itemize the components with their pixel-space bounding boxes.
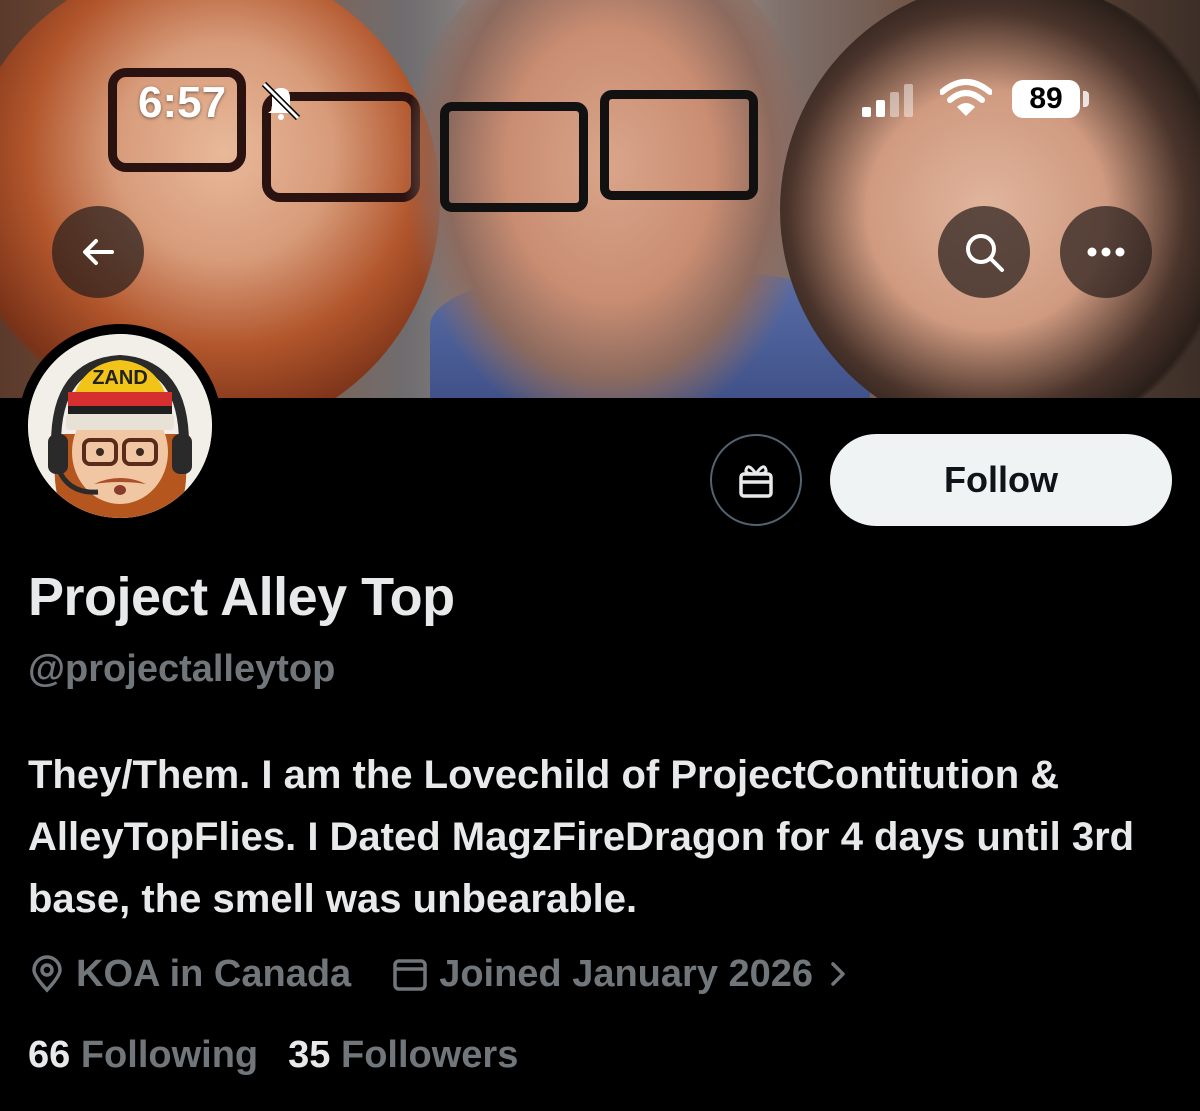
follow-button[interactable]: Follow (830, 434, 1172, 526)
avatar-illustration: ZAND (28, 334, 212, 518)
followers-link[interactable]: 35 Followers (288, 1034, 518, 1077)
profile-stats: 66 Following 35 Followers (28, 1034, 518, 1077)
wifi-icon (940, 79, 992, 116)
location-text: KOA in Canada (76, 952, 352, 995)
location-pin-icon (32, 955, 62, 993)
followers-count: 35 (288, 1034, 331, 1076)
battery-tip (1083, 91, 1089, 107)
gift-button[interactable] (710, 434, 802, 526)
followers-label: Followers (340, 1034, 519, 1076)
banner-person-right (780, 0, 1200, 398)
handle: @projectalleytop (28, 648, 336, 690)
joined-text: Joined January 2026 (439, 952, 814, 995)
bell-slash-icon (261, 81, 301, 120)
display-name: Project Alley Top (28, 567, 455, 627)
arrow-left-icon (83, 239, 114, 265)
back-button[interactable] (52, 206, 144, 298)
search-button[interactable] (938, 206, 1030, 298)
gift-icon (739, 465, 773, 498)
following-count: 66 (28, 1034, 71, 1076)
battery-level: 89 (1012, 80, 1080, 118)
status-time: 6:57 (138, 78, 227, 127)
banner-glasses (440, 102, 588, 212)
more-button[interactable] (1060, 206, 1152, 298)
avatar-image: ZAND (28, 334, 212, 518)
search-icon (966, 234, 1004, 272)
profile-banner[interactable] (0, 0, 1200, 398)
banner-glasses (600, 90, 758, 200)
bio: They/Them. I am the Lovechild of Project… (28, 753, 1135, 921)
avatar-hat-text: ZAND (92, 367, 148, 389)
joined-date[interactable]: Joined January 2026 (391, 953, 857, 996)
cellular-signal-icon (862, 84, 913, 117)
chevron-right-icon (831, 962, 845, 986)
avatar[interactable]: ZAND (18, 324, 222, 528)
following-link[interactable]: 66 Following (28, 1034, 258, 1077)
following-label: Following (80, 1034, 259, 1076)
calendar-icon (393, 959, 427, 991)
location: KOA in Canada (28, 953, 351, 996)
ellipsis-icon (1087, 247, 1125, 257)
profile-meta: KOA in Canada Joined January 2026 (28, 948, 857, 1000)
